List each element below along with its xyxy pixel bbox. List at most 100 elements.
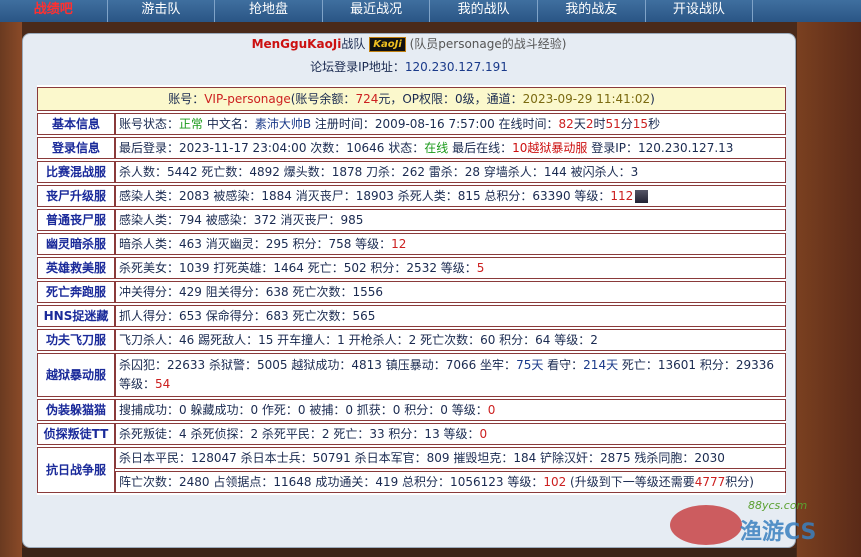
row-head[interactable]: 幽灵暗杀服 xyxy=(37,233,115,255)
row-body: 杀囚犯：22633 杀狱警：5005 越狱成功：4813 镇压暴动：7066 坐… xyxy=(115,353,786,397)
stats-table: 账号：VIP-personage(账号余额：724元，OP权限：0级，通道：20… xyxy=(37,85,786,495)
nav-item-3[interactable]: 最近战况 xyxy=(323,0,431,22)
stats-panel: MenGguKaoJi战队 KaoJi (队员personage的战斗经验) 论… xyxy=(22,33,796,548)
row-body: 抓人得分：653 保命得分：683 死亡次数：565 xyxy=(115,305,786,327)
stats-row: 登录信息 最后登录：2023-11-17 23:04:00 次数：10646 状态… xyxy=(37,137,786,159)
ip-value: 120.230.127.191 xyxy=(404,60,508,74)
row-head[interactable]: 比赛混战服 xyxy=(37,161,115,183)
row-value: 214天 xyxy=(583,358,619,372)
row-head[interactable]: 抗日战争服 xyxy=(37,447,115,493)
row-value: 杀死美女：1039 打死英雄：1464 死亡：502 积分：2532 等级： xyxy=(119,261,477,275)
row-value: 4777 xyxy=(694,475,726,489)
row-body: 暗杀人类：463 消灭幽灵：295 积分：758 等级：12 xyxy=(115,233,786,255)
account-summary: 账号：VIP-personage(账号余额：724元，OP权限：0级，通道：20… xyxy=(37,87,786,111)
row-body: 感染人类：794 被感染：372 消灭丧尸：985 xyxy=(115,209,786,231)
row-value: 54 xyxy=(155,377,171,391)
row-body: 感染人类：2083 被感染：1884 消灭丧尸：18903 杀死人类：815 总… xyxy=(115,185,786,207)
close-paren: ) xyxy=(650,92,655,106)
row-body: 最后登录：2023-11-17 23:04:00 次数：10646 状态：在线 … xyxy=(115,137,786,159)
row-value: 杀囚犯：22633 杀狱警：5005 越狱成功：4813 镇压暴动：7066 坐… xyxy=(119,358,517,372)
row-value: 正常 xyxy=(179,117,204,131)
panel-header: MenGguKaoJi战队 KaoJi (队员personage的战斗经验) xyxy=(23,34,795,56)
row-body: 杀人数：5442 死亡数：4892 爆头数：1878 刀杀：262 雷杀：28 … xyxy=(115,161,786,183)
row-body: 杀死叛徒：4 杀死侦探：2 杀死平民：2 死亡：33 积分：13 等级：0 xyxy=(115,423,786,445)
stats-row: 死亡奔跑服 冲关得分：429 阻关得分：638 死亡次数：1556 xyxy=(37,281,786,303)
team-badge: KaoJi xyxy=(369,37,406,52)
row-value: 感染人类：794 被感染：372 消灭丧尸：985 xyxy=(119,213,364,227)
account-date: 2023-09-29 11:41:02 xyxy=(522,92,651,106)
ip-label: 论坛登录IP地址： xyxy=(310,60,405,74)
top-nav: 战绩吧 游击队 抢地盘 最近战况 我的战队 我的战友 开设战队 xyxy=(0,0,861,22)
row-value: 0 xyxy=(487,403,496,417)
row-body: 杀日本平民：128047 杀日本士兵：50791 杀日本军官：809 摧毁坦克：… xyxy=(115,447,786,469)
stats-row: 基本信息 账号状态：正常 中文名：素沛大帅B 注册时间：2009-08-16 7:… xyxy=(37,113,786,135)
team-suffix: 战队 xyxy=(341,37,366,51)
account-label: 账号： xyxy=(168,92,205,106)
row-value: 12 xyxy=(391,237,407,251)
balance-label: (账号余额： xyxy=(290,92,356,106)
row-value: 杀人数：5442 死亡数：4892 爆头数：1878 刀杀：262 雷杀：28 … xyxy=(119,165,639,179)
row-value: 冲关得分：429 阻关得分：638 死亡次数：1556 xyxy=(119,285,383,299)
row-body: 阵亡次数：2480 占领据点：11648 成功通关：419 总积分：105612… xyxy=(115,471,786,493)
nav-item-5[interactable]: 我的战友 xyxy=(538,0,646,22)
stats-row: 伪装躲猫猫 搜捕成功：0 躲藏成功：0 作死：0 被捕：0 抓获：0 积分：0 等… xyxy=(37,399,786,421)
stats-row: 比赛混战服 杀人数：5442 死亡数：4892 爆头数：1878 刀杀：262 雷… xyxy=(37,161,786,183)
stats-row: 抗日战争服 杀日本平民：128047 杀日本士兵：50791 杀日本军官：809 … xyxy=(37,447,786,493)
row-value: 112 xyxy=(610,189,634,203)
row-value: 感染人类：2083 被感染：1884 消灭丧尸：18903 杀死人类：815 总… xyxy=(119,189,611,203)
stats-row: 功夫飞刀服 飞刀杀人：46 踢死敌人：15 开车撞人：1 开枪杀人：2 死亡次数：… xyxy=(37,329,786,351)
row-head[interactable]: 死亡奔跑服 xyxy=(37,281,115,303)
row-value: (升级到下一等级还需要 xyxy=(566,475,695,489)
row-value: 搜捕成功：0 躲藏成功：0 作死：0 被捕：0 抓获：0 积分：0 等级： xyxy=(119,403,488,417)
nav-item-2[interactable]: 抢地盘 xyxy=(215,0,323,22)
nav-item-4[interactable]: 我的战队 xyxy=(430,0,538,22)
row-value: 82 xyxy=(558,117,574,131)
avatar-icon xyxy=(635,190,649,203)
nav-item-1[interactable]: 游击队 xyxy=(108,0,216,22)
row-body: 冲关得分：429 阻关得分：638 死亡次数：1556 xyxy=(115,281,786,303)
row-value: 天 xyxy=(573,117,586,131)
row-value: 时 xyxy=(593,117,606,131)
row-value: 秒 xyxy=(648,117,661,131)
row-value: 最后在线： xyxy=(448,141,513,155)
row-value: 75天 xyxy=(516,358,544,372)
row-head[interactable]: 丧尸升级服 xyxy=(37,185,115,207)
row-value: 素沛大帅B xyxy=(254,117,312,131)
row-value: 分 xyxy=(620,117,633,131)
row-head[interactable]: 越狱暴动服 xyxy=(37,353,115,397)
row-value: 10越狱暴动服 xyxy=(512,141,588,155)
row-value: 账号状态： xyxy=(119,117,180,131)
frame-right-decor xyxy=(797,22,861,557)
row-value: 阵亡次数：2480 占领据点：11648 成功通关：419 总积分：105612… xyxy=(119,475,544,489)
frame-left-decor xyxy=(0,22,22,557)
row-value: 暗杀人类：463 消灭幽灵：295 积分：758 等级： xyxy=(119,237,392,251)
row-head[interactable]: HNS捉迷藏 xyxy=(37,305,115,327)
row-value: 在线 xyxy=(424,141,449,155)
row-value: 看守： xyxy=(543,358,584,372)
row-head[interactable]: 伪装躲猫猫 xyxy=(37,399,115,421)
row-head[interactable]: 英雄救美服 xyxy=(37,257,115,279)
row-head[interactable]: 基本信息 xyxy=(37,113,115,135)
op-channel-label: 元，OP权限：0级，通道： xyxy=(378,92,523,106)
stats-row: 幽灵暗杀服 暗杀人类：463 消灭幽灵：295 积分：758 等级：12 xyxy=(37,233,786,255)
row-body: 飞刀杀人：46 踢死敌人：15 开车撞人：1 开枪杀人：2 死亡次数：60 积分… xyxy=(115,329,786,351)
stats-row: 丧尸升级服 感染人类：2083 被感染：1884 消灭丧尸：18903 杀死人类：… xyxy=(37,185,786,207)
row-value: 注册时间：2009-08-16 7:57:00 在线时间： xyxy=(311,117,559,131)
account-vip: VIP-personage xyxy=(204,92,291,106)
stats-row: 侦探叛徒TT 杀死叛徒：4 杀死侦探：2 杀死平民：2 死亡：33 积分：13 等… xyxy=(37,423,786,445)
row-head[interactable]: 登录信息 xyxy=(37,137,115,159)
nav-item-0[interactable]: 战绩吧 xyxy=(0,0,108,22)
row-value: 51 xyxy=(605,117,621,131)
row-head[interactable]: 侦探叛徒TT xyxy=(37,423,115,445)
row-head[interactable]: 功夫飞刀服 xyxy=(37,329,115,351)
account-balance: 724 xyxy=(355,92,379,106)
stats-row: HNS捉迷藏 抓人得分：653 保命得分：683 死亡次数：565 xyxy=(37,305,786,327)
stats-row: 越狱暴动服 杀囚犯：22633 杀狱警：5005 越狱成功：4813 镇压暴动：7… xyxy=(37,353,786,397)
team-name[interactable]: MenGguKaoJi xyxy=(252,37,342,51)
row-value: 5 xyxy=(476,261,485,275)
row-value: 飞刀杀人：46 踢死敌人：15 开车撞人：1 开枪杀人：2 死亡次数：60 积分… xyxy=(119,333,598,347)
row-body: 杀死美女：1039 打死英雄：1464 死亡：502 积分：2532 等级：5 xyxy=(115,257,786,279)
row-head[interactable]: 普通丧尸服 xyxy=(37,209,115,231)
nav-item-6[interactable]: 开设战队 xyxy=(646,0,754,22)
stats-row: 阵亡次数：2480 占领据点：11648 成功通关：419 总积分：105612… xyxy=(37,471,786,493)
